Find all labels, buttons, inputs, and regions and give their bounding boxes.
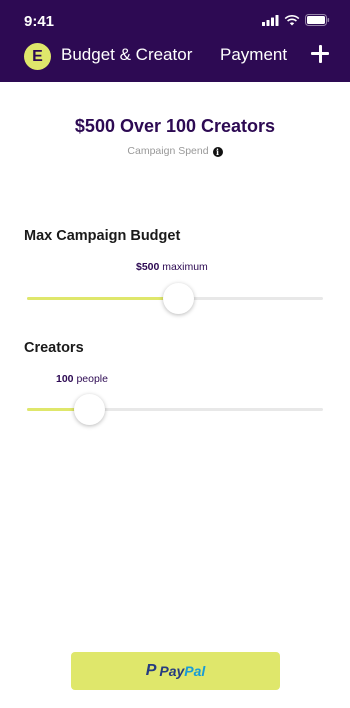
creators-slider-handle[interactable]	[74, 394, 106, 425]
creators-slider[interactable]	[27, 394, 323, 426]
creators-value-readout: 100 people	[56, 373, 108, 385]
creators-value-suffix: people	[76, 373, 108, 385]
campaign-spend-caption: Campaign Spend i	[0, 145, 350, 157]
creators-value: 100	[56, 373, 74, 385]
step-payment[interactable]: Payment	[220, 45, 287, 65]
battery-icon	[305, 14, 330, 26]
budget-slider[interactable]	[27, 283, 323, 315]
info-icon[interactable]: i	[212, 147, 223, 157]
paypal-icon: P	[145, 662, 157, 679]
paypal-button[interactable]: P PayPal	[71, 652, 280, 690]
budget-value-suffix: maximum	[162, 261, 208, 273]
status-bar: 9:41	[0, 0, 350, 40]
app-header: 9:41 E Budget & Creator Payment	[0, 0, 350, 82]
budget-slider-handle[interactable]	[162, 283, 194, 314]
paypal-wordmark: PayPal	[159, 663, 206, 679]
campaign-summary-title: $500 Over 100 Creators	[74, 116, 276, 136]
plus-icon[interactable]	[309, 43, 331, 65]
status-time: 9:41	[24, 13, 55, 30]
budget-value: $500	[136, 261, 160, 273]
status-icons	[262, 14, 330, 26]
wifi-icon	[284, 14, 300, 25]
max-budget-label: Max Campaign Budget	[24, 228, 181, 244]
step-budget-creator[interactable]: Budget & Creator	[61, 45, 192, 65]
step-nav: E Budget & Creator Payment	[0, 40, 350, 72]
creators-label: Creators	[24, 340, 84, 356]
campaign-spend-label: Campaign Spend	[127, 145, 209, 157]
signal-icon	[262, 14, 279, 26]
budget-value-readout: $500 maximum	[136, 261, 208, 273]
budget-slider-fill	[27, 297, 178, 300]
brand-logo[interactable]: E	[24, 43, 51, 70]
